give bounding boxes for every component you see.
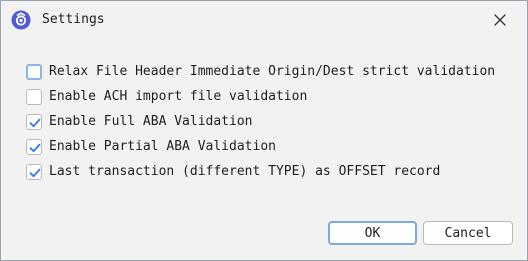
window-title: Settings [42,12,105,27]
full-aba-validation-checkbox[interactable] [26,113,42,130]
close-button[interactable] [487,7,513,33]
checkmark-icon [29,118,41,127]
option-partial-aba-validation[interactable]: Enable Partial ABA Validation [26,134,495,159]
checkmark-icon [29,143,41,152]
option-label: Enable Full ABA Validation [49,113,253,129]
option-full-aba-validation[interactable]: Enable Full ABA Validation [26,109,495,134]
option-label: Relax File Header Immediate Origin/Dest … [49,63,496,79]
options-list: Relax File Header Immediate Origin/Dest … [26,59,495,184]
app-logo-icon [11,10,31,30]
settings-dialog: Settings Relax File Header Immediate Ori… [0,0,528,261]
ach-import-validation-checkbox[interactable] [26,88,42,105]
option-offset-record[interactable]: Last transaction (different TYPE) as OFF… [26,159,495,184]
title-bar[interactable]: Settings [1,1,527,39]
cancel-button[interactable]: Cancel [423,221,513,245]
option-label: Last transaction (different TYPE) as OFF… [49,163,441,179]
option-relax-header[interactable]: Relax File Header Immediate Origin/Dest … [26,59,495,84]
option-label: Enable Partial ABA Validation [49,138,276,154]
partial-aba-validation-checkbox[interactable] [26,138,42,155]
checkmark-icon [29,168,41,177]
offset-record-checkbox[interactable] [26,163,42,180]
option-label: Enable ACH import file validation [49,88,308,104]
option-ach-import-validation[interactable]: Enable ACH import file validation [26,84,495,109]
ok-button[interactable]: OK [328,221,417,245]
relax-header-checkbox[interactable] [26,63,42,80]
close-icon [494,11,506,30]
